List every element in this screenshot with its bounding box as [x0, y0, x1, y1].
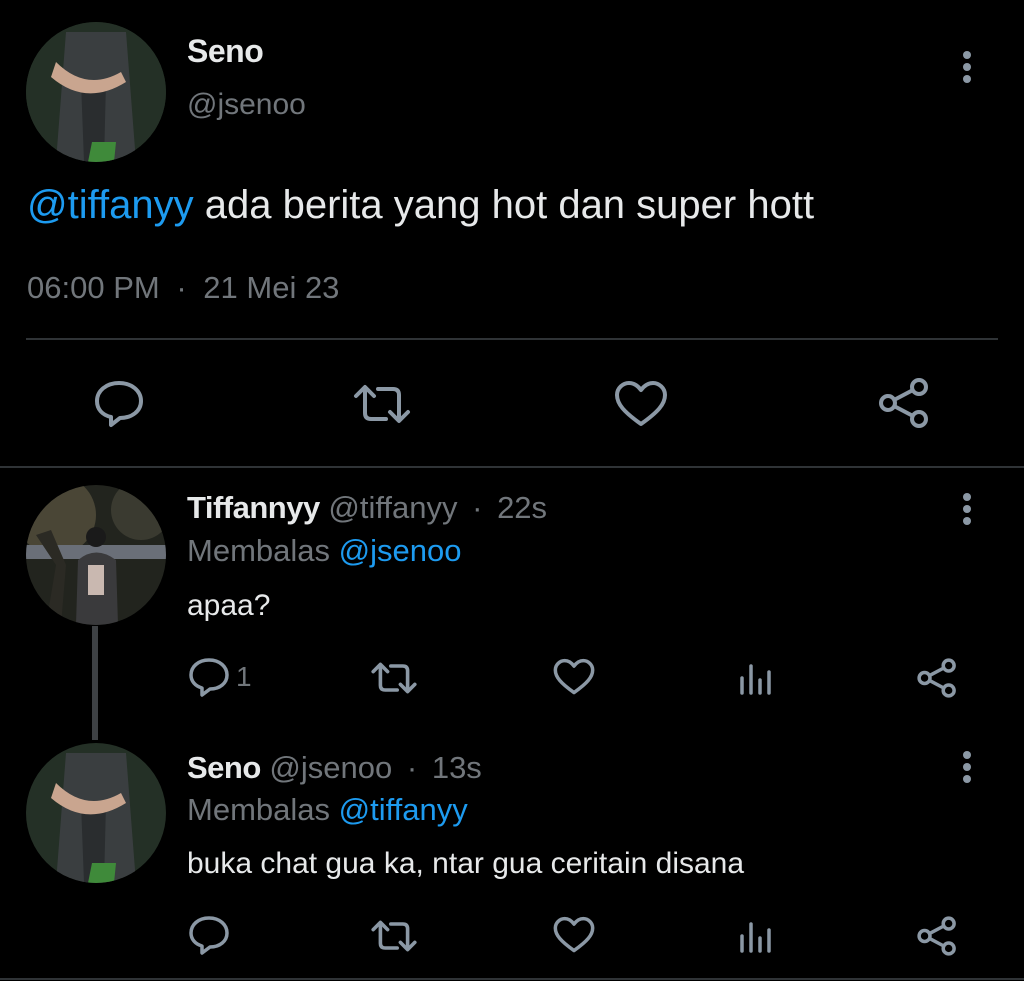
heart-icon[interactable] [553, 916, 595, 954]
retweet-icon[interactable] [370, 918, 418, 954]
reply-1-age[interactable]: 22s [497, 490, 547, 525]
reply-2-more-button[interactable] [957, 747, 977, 787]
main-author-handle[interactable]: @jsenoo [187, 88, 306, 122]
views-icon[interactable] [738, 918, 774, 954]
share-icon[interactable] [877, 376, 931, 430]
heart-icon[interactable] [614, 380, 668, 428]
thread-line [92, 626, 98, 740]
retweet-icon[interactable] [370, 660, 418, 696]
section-divider [0, 466, 1024, 468]
avatar-seno-main[interactable] [26, 22, 166, 162]
reply-1-replying-to: Membalas @jsenoo [187, 533, 461, 569]
share-icon[interactable] [916, 657, 958, 699]
more-vertical-icon [963, 51, 971, 59]
share-icon[interactable] [916, 915, 958, 957]
bottom-divider [0, 978, 1024, 980]
more-vertical-icon [963, 751, 971, 759]
timestamp-separator: · [176, 270, 187, 305]
main-tweet-text: @tiffanyy ada berita yang hot dan super … [27, 183, 814, 228]
reply-2-separator: · [406, 750, 418, 785]
reply-1-header: Tiffannyy @tiffanyy · 22s [187, 490, 547, 526]
reply-2-text: buka chat gua ka, ntar gua ceritain disa… [187, 847, 745, 880]
replying-to-link[interactable]: @tiffanyy [339, 792, 468, 827]
retweet-icon[interactable] [352, 383, 412, 425]
reply-1-separator: · [472, 490, 483, 525]
reply-2-author-name[interactable]: Seno [187, 750, 261, 785]
reply-1-reply-count: 1 [236, 661, 252, 692]
heart-icon[interactable] [553, 658, 595, 696]
replying-label: Membalas [187, 533, 330, 568]
tweet-date[interactable]: 21 Mei 23 [203, 270, 339, 305]
main-author-name[interactable]: Seno [187, 33, 264, 70]
reply-1-author-name[interactable]: Tiffannyy [187, 490, 320, 525]
reply-1-author-handle[interactable]: @tiffanyy [328, 490, 457, 525]
replying-to-link[interactable]: @jsenoo [339, 533, 462, 568]
reply-2-header: Seno @jsenoo · 13s [187, 750, 482, 786]
reply-icon[interactable] [188, 657, 230, 699]
reply-icon[interactable] [93, 379, 145, 429]
views-icon[interactable] [738, 660, 774, 696]
reply-1-more-button[interactable] [957, 489, 977, 529]
main-tweet-timestamp: 06:00 PM · 21 Mei 23 [27, 270, 339, 306]
avatar-tiffannyy[interactable] [26, 485, 166, 625]
reply-2-age[interactable]: 13s [432, 750, 482, 785]
main-divider [26, 338, 998, 340]
avatar-seno-reply[interactable] [26, 743, 166, 883]
more-vertical-icon [963, 493, 971, 501]
main-tweet-body: ada berita yang hot dan super hott [193, 183, 815, 227]
main-more-button[interactable] [957, 47, 977, 87]
tweet-time: 06:00 PM [27, 270, 160, 305]
mention-link[interactable]: @tiffanyy [27, 183, 194, 227]
reply-1-text: apaa? [187, 589, 271, 622]
reply-2-replying-to: Membalas @tiffanyy [187, 792, 468, 828]
reply-icon[interactable] [188, 915, 230, 957]
replying-label: Membalas [187, 792, 330, 827]
reply-2-author-handle[interactable]: @jsenoo [269, 750, 392, 785]
